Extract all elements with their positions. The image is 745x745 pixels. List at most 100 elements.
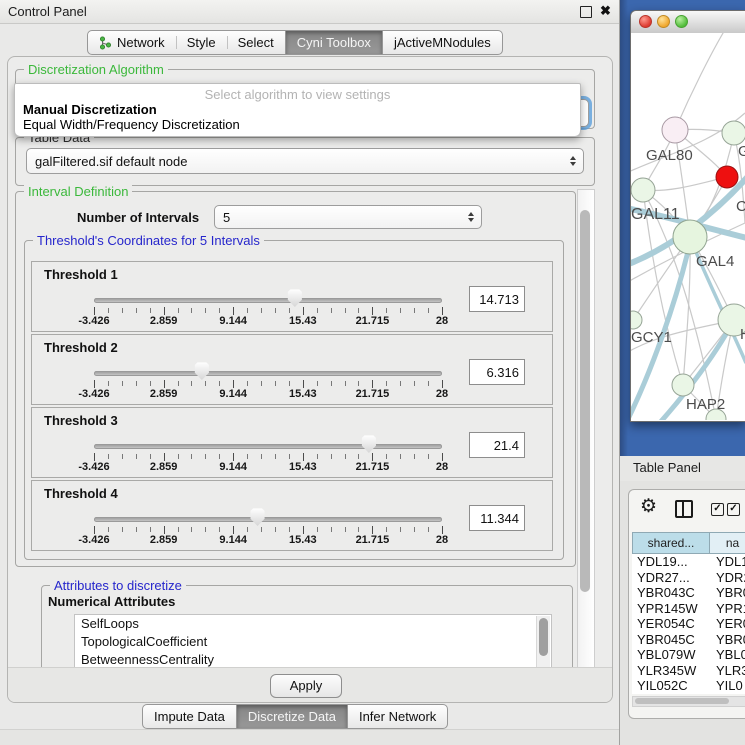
- tab-infer-network[interactable]: Infer Network: [347, 705, 447, 728]
- table-row[interactable]: YDL19...YDL1: [632, 554, 745, 570]
- node-hap2[interactable]: [672, 374, 694, 396]
- gear-icon[interactable]: ⚙: [640, 495, 657, 518]
- tab-impute-data[interactable]: Impute Data: [143, 705, 236, 728]
- tab-select[interactable]: Select: [227, 31, 285, 54]
- network-graph: GAL80 GA GAL11 C GAL4 GCY1 H HAP2: [631, 33, 745, 420]
- slider-thumb[interactable]: [361, 435, 377, 453]
- table-cell-shared-name[interactable]: YLR345W: [632, 663, 710, 679]
- threshold-label: Threshold 1: [44, 267, 118, 282]
- table-cell-name[interactable]: YIL0: [710, 678, 745, 694]
- interval-definition-label: Interval Definition: [24, 184, 132, 199]
- table-row[interactable]: YER054CYER0: [632, 616, 745, 632]
- popup-item-equal-width-frequency[interactable]: Equal Width/Frequency Discretization: [23, 117, 240, 132]
- panel-scroll-thumb[interactable]: [580, 210, 590, 592]
- label-h: H: [740, 326, 745, 343]
- threshold-value-box[interactable]: 21.4: [469, 432, 525, 458]
- table-data-select[interactable]: galFiltered.sif default node: [26, 148, 584, 174]
- network-canvas[interactable]: GAL80 GA GAL11 C GAL4 GCY1 H HAP2: [631, 33, 745, 420]
- tab-cyni-toolbox[interactable]: Cyni Toolbox: [285, 31, 382, 54]
- table-row[interactable]: YBR045CYBR0: [632, 632, 745, 648]
- table-cell-name[interactable]: YDR2: [710, 570, 745, 586]
- float-window-icon[interactable]: [580, 6, 592, 18]
- table-cell-name[interactable]: YDL1: [710, 554, 745, 570]
- table-row[interactable]: YPR145WYPR1: [632, 601, 745, 617]
- table-row[interactable]: YBL079WYBL0: [632, 647, 745, 663]
- column-header-name[interactable]: na: [710, 532, 745, 554]
- table-row[interactable]: YDR27...YDR2: [632, 570, 745, 586]
- attributes-scrollbar[interactable]: [536, 616, 550, 668]
- table-cell-name[interactable]: YPR1: [710, 601, 745, 617]
- numerical-attribute-item[interactable]: TopologicalCoefficient: [75, 633, 551, 651]
- table-row[interactable]: YIL052CYIL0: [632, 678, 745, 694]
- close-icon[interactable]: ✖: [600, 3, 611, 19]
- table-row[interactable]: YBR043CYBR0: [632, 585, 745, 601]
- node-gal80[interactable]: [662, 117, 688, 143]
- network-window-titlebar[interactable]: [631, 11, 745, 34]
- attributes-scroll-thumb[interactable]: [539, 618, 548, 656]
- checkbox-icon[interactable]: ✓: [727, 503, 740, 516]
- slider-scale-labels: -3.4262.8599.14415.4321.71528: [94, 534, 442, 547]
- thresholds-container: Threshold 1 -3.4262.8599.14415.4321.71528…: [31, 261, 553, 553]
- threshold-card: Threshold 3-3.4262.8599.14415.4321.71528…: [31, 407, 553, 478]
- table-row[interactable]: YLR345WYLR3: [632, 663, 745, 679]
- numerical-attributes-list[interactable]: SelfLoopsTopologicalCoefficientBetweenne…: [74, 614, 552, 670]
- algorithm-popup-hint: Select algorithm to view settings: [15, 87, 580, 102]
- zoom-traffic-light-icon[interactable]: [675, 15, 688, 28]
- slider-track[interactable]: [94, 517, 442, 522]
- tab-discretize-data[interactable]: Discretize Data: [236, 705, 347, 728]
- column-header-shared-name[interactable]: shared...: [632, 532, 710, 554]
- slider-track[interactable]: [94, 444, 442, 449]
- threshold-card: Threshold 1-3.4262.8599.14415.4321.71528…: [31, 261, 553, 332]
- table-cell-name[interactable]: YER0: [710, 616, 745, 632]
- number-of-intervals-select[interactable]: 5: [214, 205, 482, 229]
- control-panel: Control Panel ✖ Network Style Select Cyn…: [0, 0, 619, 745]
- slider-track[interactable]: [94, 298, 442, 303]
- threshold-value-box[interactable]: 11.344: [469, 505, 525, 531]
- table-data-select-value: galFiltered.sif default node: [35, 154, 187, 169]
- table-cell-shared-name[interactable]: YER054C: [632, 616, 710, 632]
- node-ga[interactable]: [722, 121, 745, 145]
- popup-item-manual-discretization[interactable]: Manual Discretization: [23, 102, 157, 117]
- threshold-value-box[interactable]: 6.316: [469, 359, 525, 385]
- slider-track[interactable]: [94, 371, 442, 376]
- slider-thumb[interactable]: [250, 508, 266, 526]
- table-cell-name[interactable]: YBL0: [710, 647, 745, 663]
- table-panel-title: Table Panel: [633, 460, 701, 475]
- table-cell-name[interactable]: YBR0: [710, 632, 745, 648]
- bottom-tab-bar: Impute Data Discretize Data Infer Networ…: [142, 704, 448, 729]
- table-cell-shared-name[interactable]: YDR27...: [632, 570, 710, 586]
- slider-thumb[interactable]: [194, 362, 210, 380]
- threshold-value-box[interactable]: 14.713: [469, 286, 525, 312]
- label-hap2: HAP2: [686, 396, 725, 413]
- stepper-arrows-icon: [468, 212, 474, 222]
- slider-thumb[interactable]: [287, 289, 303, 307]
- apply-button[interactable]: Apply: [270, 674, 342, 698]
- table-cell-name[interactable]: YLR3: [710, 663, 745, 679]
- tab-network[interactable]: Network: [88, 31, 176, 54]
- checkbox-icon[interactable]: ✓: [711, 503, 724, 516]
- table-cell-shared-name[interactable]: YBR043C: [632, 585, 710, 601]
- split-columns-icon[interactable]: [675, 500, 693, 518]
- tab-jactivemnodules[interactable]: jActiveMNodules: [382, 31, 502, 54]
- table-cell-name[interactable]: YBR0: [710, 585, 745, 601]
- table-cell-shared-name[interactable]: YBR045C: [632, 632, 710, 648]
- tab-style[interactable]: Style: [176, 31, 227, 54]
- table-cell-shared-name[interactable]: YDL19...: [632, 554, 710, 570]
- numerical-attribute-item[interactable]: SelfLoops: [75, 615, 551, 633]
- node-gcy1[interactable]: [631, 311, 642, 329]
- node-red[interactable]: [716, 166, 738, 188]
- table-cell-shared-name[interactable]: YPR145W: [632, 601, 710, 617]
- node-gal11[interactable]: [631, 178, 655, 202]
- table-cell-shared-name[interactable]: YBL079W: [632, 647, 710, 663]
- panel-scrollbar[interactable]: [577, 189, 595, 699]
- table-cell-shared-name[interactable]: YIL052C: [632, 678, 710, 694]
- table-hscroll-thumb[interactable]: [635, 698, 729, 704]
- node-gal4[interactable]: [673, 220, 707, 254]
- minimize-traffic-light-icon[interactable]: [657, 15, 670, 28]
- close-traffic-light-icon[interactable]: [639, 15, 652, 28]
- attributes-label: Attributes to discretize: [50, 578, 186, 593]
- table-hscrollbar[interactable]: [632, 696, 745, 707]
- network-window[interactable]: GAL80 GA GAL11 C GAL4 GCY1 H HAP2: [630, 10, 745, 422]
- tab-network-label: Network: [117, 35, 165, 50]
- network-icon: [99, 36, 112, 50]
